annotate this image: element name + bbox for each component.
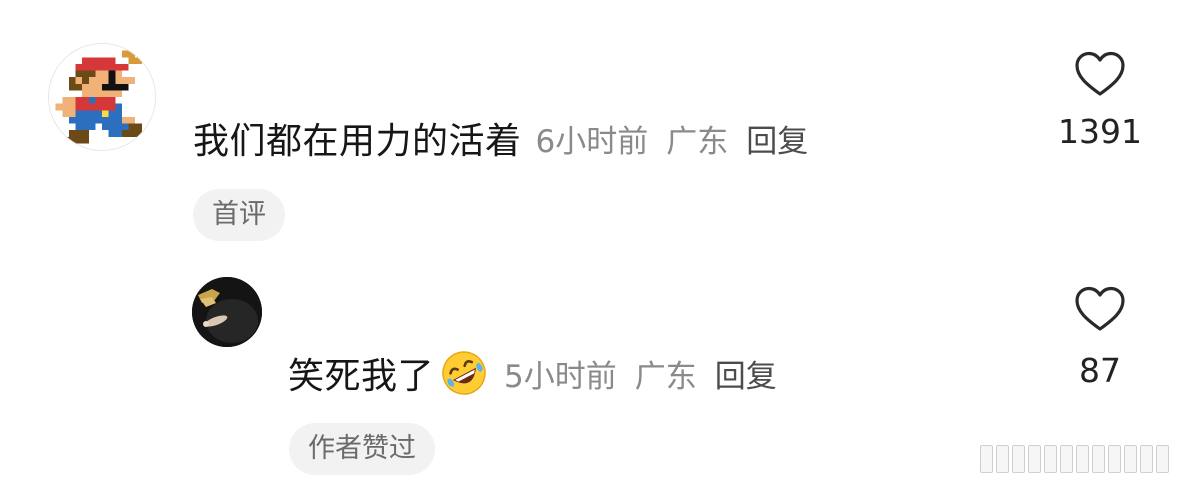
reply-user-avatar[interactable] — [192, 277, 262, 347]
like-count: 1391 — [1058, 112, 1142, 151]
comment-text[interactable]: 我们都在用力的活着 — [193, 112, 522, 164]
heart-icon — [1075, 286, 1125, 331]
reply-comment-body: 笑死我了 5小时前 广东 回复 — [288, 347, 777, 399]
author-liked-badge: 作者赞过 — [289, 423, 435, 475]
reply-like-button[interactable]: 87 — [1030, 285, 1170, 390]
reply-reply-button[interactable]: 回复 — [715, 351, 777, 396]
comment-time: 6小时前 — [535, 123, 649, 160]
heart-icon — [1075, 51, 1125, 96]
comment-body: 我们都在用力的活着 6小时前 广东 回复 — [193, 112, 808, 164]
user-avatar[interactable] — [48, 43, 156, 151]
first-comment-badge: 首评 — [193, 189, 285, 241]
like-button[interactable]: 1391 — [1030, 50, 1170, 151]
rolling-on-floor-laughing-emoji-icon — [440, 349, 488, 397]
reply-comment-text[interactable]: 笑死我了 — [288, 347, 434, 399]
dark-photo-avatar-icon — [192, 277, 262, 347]
reply-button[interactable]: 回复 — [746, 116, 808, 161]
reply-like-count: 87 — [1079, 351, 1121, 390]
reply-comment-location: 广东 — [634, 358, 697, 395]
comment-location: 广东 — [666, 123, 729, 160]
pixel-mario-icon — [49, 44, 155, 150]
reply-comment-time: 5小时前 — [504, 358, 617, 395]
watermark-icon — [980, 445, 1169, 473]
